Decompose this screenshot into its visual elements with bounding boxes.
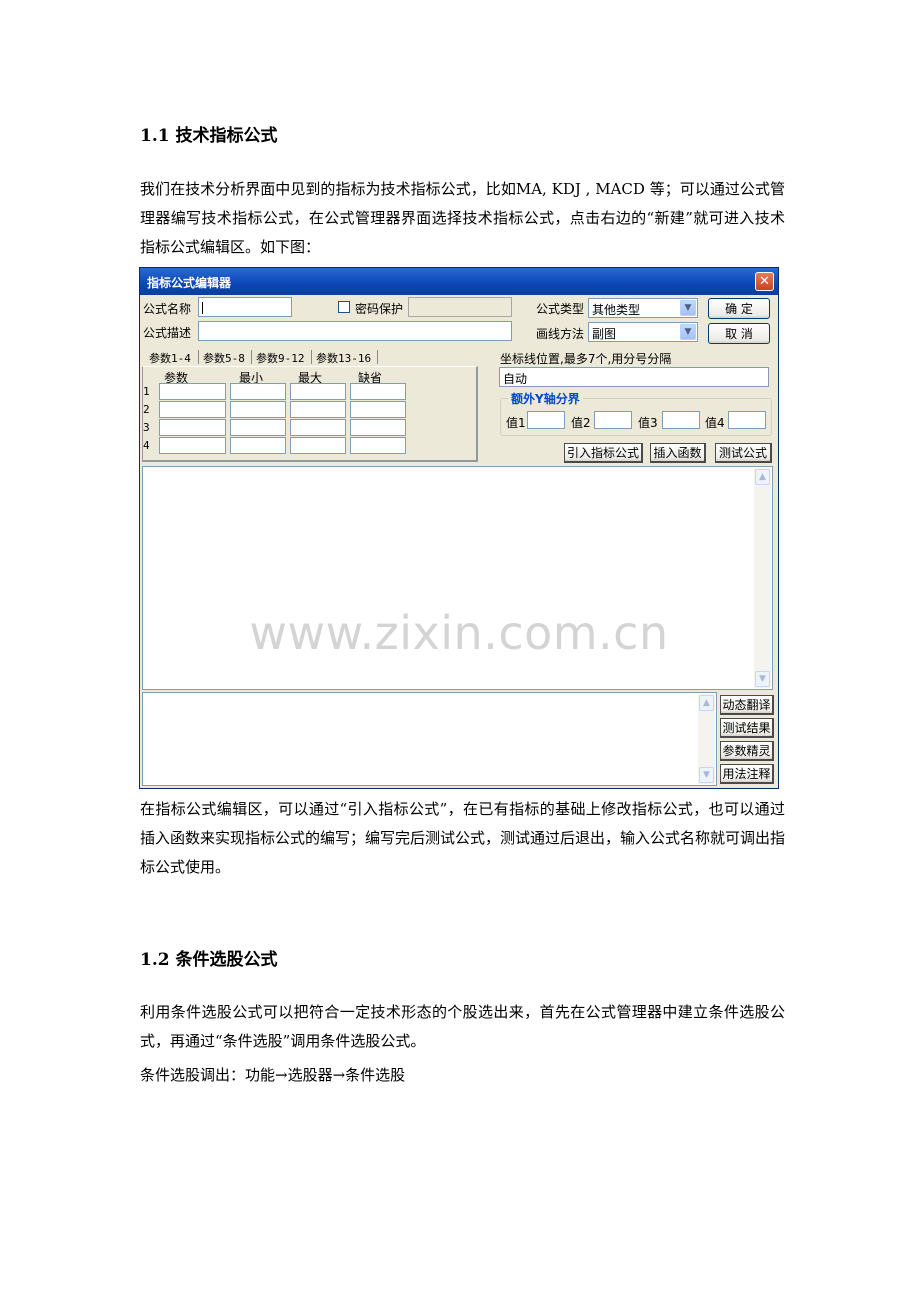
param-min-input-2[interactable] xyxy=(230,401,286,418)
dynamic-translate-button[interactable]: 动态翻译 xyxy=(720,695,774,715)
draw-method-value: 副图 xyxy=(592,327,617,341)
formula-type-label: 公式类型 xyxy=(536,302,585,316)
value3-input[interactable] xyxy=(662,411,700,429)
section-heading-2: 1.2 条件选股公式 xyxy=(140,950,278,970)
formula-editor-dialog: 指标公式编辑器 ✕ 公式名称 密码保护 公式类型 其他类型 ▼ 确 定 公式描述… xyxy=(139,267,779,789)
param-max-input-1[interactable] xyxy=(290,383,346,400)
param-name-input-2[interactable] xyxy=(159,401,226,418)
tab-params-9-12[interactable]: 参数9-12 xyxy=(253,348,308,368)
formula-type-value: 其他类型 xyxy=(592,303,641,317)
param-min-input-4[interactable] xyxy=(230,437,286,454)
editor-description-paragraph: 在指标公式编辑区，可以通过“引入指标公式”，在已有指标的基础上修改指标公式，也可… xyxy=(140,800,786,876)
value2-input[interactable] xyxy=(594,411,632,429)
password-label: 密码保护 xyxy=(355,302,404,316)
import-formula-button[interactable]: 引入指标公式 xyxy=(564,443,643,463)
formula-desc-input[interactable] xyxy=(198,321,512,341)
output-textarea[interactable]: ▲ ▼ xyxy=(142,692,717,786)
param-max-input-2[interactable] xyxy=(290,401,346,418)
axis-position-label: 坐标线位置,最多7个,用分号分隔 xyxy=(500,352,672,366)
y-axis-group-title: 额外Y轴分界 xyxy=(508,390,583,407)
chevron-down-icon[interactable]: ▼ xyxy=(680,324,696,340)
row-number: 4 xyxy=(143,439,150,452)
insert-function-button[interactable]: 插入函数 xyxy=(650,443,706,463)
value4-label: 值4 xyxy=(705,416,725,430)
axis-position-value: 自动 xyxy=(503,372,528,386)
watermark: www.zixin.com.cn xyxy=(249,606,669,660)
param-default-input-1[interactable] xyxy=(350,383,406,400)
value1-label: 值1 xyxy=(506,416,526,430)
usage-notes-button[interactable]: 用法注释 xyxy=(720,764,774,784)
section-heading-1: 1.1 技术指标公式 xyxy=(140,126,278,146)
formula-name-label: 公式名称 xyxy=(143,302,192,316)
close-icon[interactable]: ✕ xyxy=(755,272,774,291)
scroll-down-icon[interactable]: ▼ xyxy=(755,671,770,687)
password-input[interactable] xyxy=(408,297,512,317)
value2-label: 值2 xyxy=(571,416,591,430)
row-number: 1 xyxy=(143,385,150,398)
condition-paragraph: 利用条件选股公式可以把符合一定技术形态的个股选出来，首先在公式管理器中建立条件选… xyxy=(140,1003,785,1050)
output-scrollbar[interactable]: ▲ ▼ xyxy=(698,694,715,784)
param-default-input-2[interactable] xyxy=(350,401,406,418)
param-default-input-4[interactable] xyxy=(350,437,406,454)
param-name-input-1[interactable] xyxy=(159,383,226,400)
tab-params-13-16[interactable]: 参数13-16 xyxy=(313,348,374,368)
param-min-input-1[interactable] xyxy=(230,383,286,400)
test-result-button[interactable]: 测试结果 xyxy=(720,718,774,738)
param-name-input-4[interactable] xyxy=(159,437,226,454)
row-number: 3 xyxy=(143,421,150,434)
param-min-input-3[interactable] xyxy=(230,419,286,436)
intro-paragraph: 我们在技术分析界面中见到的指标为技术指标公式，比如MA, KDJ , MACD … xyxy=(140,180,785,256)
row-number: 2 xyxy=(143,403,150,416)
param-max-input-4[interactable] xyxy=(290,437,346,454)
test-formula-button[interactable]: 测试公式 xyxy=(715,443,772,463)
condition-path-line: 条件选股调出：功能→选股器→条件选股 xyxy=(140,1066,406,1084)
value4-input[interactable] xyxy=(728,411,766,429)
ok-button[interactable]: 确 定 xyxy=(708,298,770,319)
formula-desc-label: 公式描述 xyxy=(143,326,192,340)
scroll-down-icon[interactable]: ▼ xyxy=(699,767,714,783)
param-max-input-3[interactable] xyxy=(290,419,346,436)
param-wizard-button[interactable]: 参数精灵 xyxy=(720,741,774,761)
formula-type-select[interactable]: 其他类型 ▼ xyxy=(588,298,698,318)
tab-params-5-8[interactable]: 参数5-8 xyxy=(200,348,248,368)
formula-name-input[interactable] xyxy=(198,297,292,317)
tab-params-1-4[interactable]: 参数1-4 xyxy=(146,348,194,368)
param-default-input-3[interactable] xyxy=(350,419,406,436)
axis-position-input[interactable]: 自动 xyxy=(499,367,769,387)
draw-method-select[interactable]: 副图 ▼ xyxy=(588,322,698,342)
value3-label: 值3 xyxy=(638,416,658,430)
password-checkbox[interactable] xyxy=(338,301,350,313)
scroll-up-icon[interactable]: ▲ xyxy=(755,469,770,485)
scroll-up-icon[interactable]: ▲ xyxy=(699,695,714,711)
draw-method-label: 画线方法 xyxy=(536,327,585,341)
title-bar[interactable]: 指标公式编辑器 ✕ xyxy=(140,268,778,295)
param-name-input-3[interactable] xyxy=(159,419,226,436)
cancel-button[interactable]: 取 消 xyxy=(708,323,770,344)
dialog-title: 指标公式编辑器 xyxy=(147,276,232,290)
chevron-down-icon[interactable]: ▼ xyxy=(680,300,696,316)
value1-input[interactable] xyxy=(527,411,565,429)
